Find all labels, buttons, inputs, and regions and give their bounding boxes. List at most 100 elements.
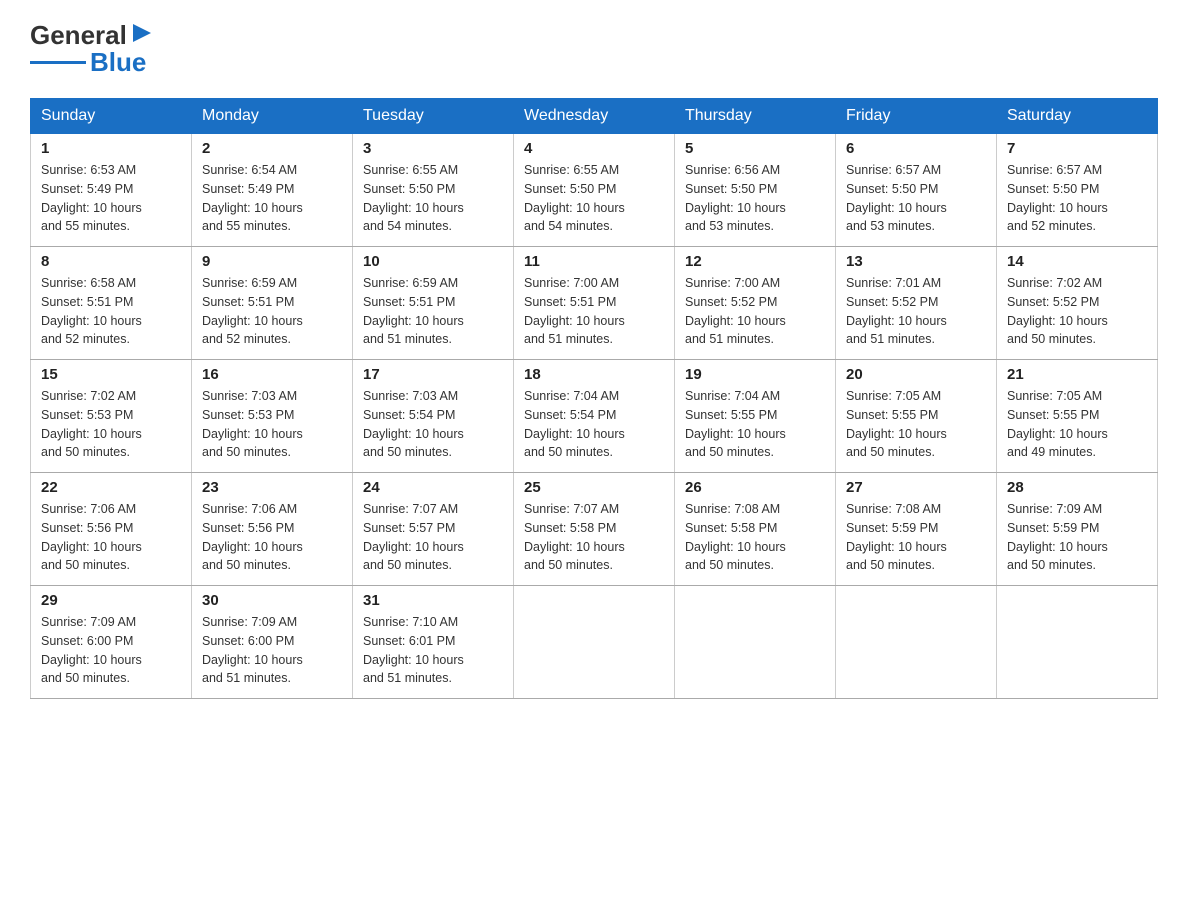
calendar-header-thursday: Thursday [675, 99, 836, 134]
calendar-cell [836, 586, 997, 699]
calendar-cell: 3 Sunrise: 6:55 AMSunset: 5:50 PMDayligh… [353, 134, 514, 247]
calendar-cell: 9 Sunrise: 6:59 AMSunset: 5:51 PMDayligh… [192, 247, 353, 360]
day-info: Sunrise: 7:08 AMSunset: 5:59 PMDaylight:… [846, 500, 986, 575]
day-info: Sunrise: 6:53 AMSunset: 5:49 PMDaylight:… [41, 161, 181, 236]
day-number: 22 [41, 479, 181, 496]
day-info: Sunrise: 7:02 AMSunset: 5:53 PMDaylight:… [41, 387, 181, 462]
day-info: Sunrise: 6:58 AMSunset: 5:51 PMDaylight:… [41, 274, 181, 349]
logo-underline [30, 61, 86, 64]
calendar-cell: 11 Sunrise: 7:00 AMSunset: 5:51 PMDaylig… [514, 247, 675, 360]
calendar-cell: 30 Sunrise: 7:09 AMSunset: 6:00 PMDaylig… [192, 586, 353, 699]
calendar-cell [514, 586, 675, 699]
calendar-cell: 23 Sunrise: 7:06 AMSunset: 5:56 PMDaylig… [192, 473, 353, 586]
calendar-cell: 28 Sunrise: 7:09 AMSunset: 5:59 PMDaylig… [997, 473, 1158, 586]
calendar-cell: 26 Sunrise: 7:08 AMSunset: 5:58 PMDaylig… [675, 473, 836, 586]
day-info: Sunrise: 7:06 AMSunset: 5:56 PMDaylight:… [41, 500, 181, 575]
day-number: 9 [202, 253, 342, 270]
day-number: 28 [1007, 479, 1147, 496]
day-number: 31 [363, 592, 503, 609]
calendar-cell: 6 Sunrise: 6:57 AMSunset: 5:50 PMDayligh… [836, 134, 997, 247]
day-number: 20 [846, 366, 986, 383]
calendar-week-row: 15 Sunrise: 7:02 AMSunset: 5:53 PMDaylig… [31, 360, 1158, 473]
calendar-cell: 24 Sunrise: 7:07 AMSunset: 5:57 PMDaylig… [353, 473, 514, 586]
calendar-cell: 14 Sunrise: 7:02 AMSunset: 5:52 PMDaylig… [997, 247, 1158, 360]
day-number: 4 [524, 140, 664, 157]
day-number: 17 [363, 366, 503, 383]
day-info: Sunrise: 7:09 AMSunset: 6:00 PMDaylight:… [41, 613, 181, 688]
day-info: Sunrise: 7:04 AMSunset: 5:55 PMDaylight:… [685, 387, 825, 462]
day-info: Sunrise: 7:03 AMSunset: 5:54 PMDaylight:… [363, 387, 503, 462]
page-header: General Blue [30, 20, 1158, 78]
calendar-cell: 31 Sunrise: 7:10 AMSunset: 6:01 PMDaylig… [353, 586, 514, 699]
calendar-cell: 19 Sunrise: 7:04 AMSunset: 5:55 PMDaylig… [675, 360, 836, 473]
calendar-cell: 10 Sunrise: 6:59 AMSunset: 5:51 PMDaylig… [353, 247, 514, 360]
calendar-cell: 15 Sunrise: 7:02 AMSunset: 5:53 PMDaylig… [31, 360, 192, 473]
day-info: Sunrise: 7:07 AMSunset: 5:57 PMDaylight:… [363, 500, 503, 575]
calendar-cell: 22 Sunrise: 7:06 AMSunset: 5:56 PMDaylig… [31, 473, 192, 586]
day-number: 29 [41, 592, 181, 609]
calendar-cell: 4 Sunrise: 6:55 AMSunset: 5:50 PMDayligh… [514, 134, 675, 247]
day-info: Sunrise: 7:09 AMSunset: 6:00 PMDaylight:… [202, 613, 342, 688]
day-number: 16 [202, 366, 342, 383]
day-info: Sunrise: 7:04 AMSunset: 5:54 PMDaylight:… [524, 387, 664, 462]
calendar-cell: 12 Sunrise: 7:00 AMSunset: 5:52 PMDaylig… [675, 247, 836, 360]
day-number: 21 [1007, 366, 1147, 383]
logo: General Blue [30, 20, 153, 78]
day-info: Sunrise: 7:00 AMSunset: 5:52 PMDaylight:… [685, 274, 825, 349]
calendar-table: SundayMondayTuesdayWednesdayThursdayFrid… [30, 98, 1158, 699]
calendar-cell: 27 Sunrise: 7:08 AMSunset: 5:59 PMDaylig… [836, 473, 997, 586]
calendar-cell [997, 586, 1158, 699]
day-number: 13 [846, 253, 986, 270]
day-number: 7 [1007, 140, 1147, 157]
day-info: Sunrise: 7:03 AMSunset: 5:53 PMDaylight:… [202, 387, 342, 462]
day-number: 18 [524, 366, 664, 383]
calendar-cell: 1 Sunrise: 6:53 AMSunset: 5:49 PMDayligh… [31, 134, 192, 247]
calendar-cell: 17 Sunrise: 7:03 AMSunset: 5:54 PMDaylig… [353, 360, 514, 473]
day-info: Sunrise: 7:08 AMSunset: 5:58 PMDaylight:… [685, 500, 825, 575]
calendar-week-row: 1 Sunrise: 6:53 AMSunset: 5:49 PMDayligh… [31, 134, 1158, 247]
day-number: 10 [363, 253, 503, 270]
calendar-week-row: 22 Sunrise: 7:06 AMSunset: 5:56 PMDaylig… [31, 473, 1158, 586]
day-info: Sunrise: 6:54 AMSunset: 5:49 PMDaylight:… [202, 161, 342, 236]
day-number: 30 [202, 592, 342, 609]
calendar-header-saturday: Saturday [997, 99, 1158, 134]
calendar-cell: 18 Sunrise: 7:04 AMSunset: 5:54 PMDaylig… [514, 360, 675, 473]
calendar-cell: 7 Sunrise: 6:57 AMSunset: 5:50 PMDayligh… [997, 134, 1158, 247]
calendar-header-tuesday: Tuesday [353, 99, 514, 134]
day-number: 27 [846, 479, 986, 496]
day-info: Sunrise: 7:00 AMSunset: 5:51 PMDaylight:… [524, 274, 664, 349]
day-info: Sunrise: 7:07 AMSunset: 5:58 PMDaylight:… [524, 500, 664, 575]
day-number: 3 [363, 140, 503, 157]
day-info: Sunrise: 7:05 AMSunset: 5:55 PMDaylight:… [846, 387, 986, 462]
calendar-cell: 20 Sunrise: 7:05 AMSunset: 5:55 PMDaylig… [836, 360, 997, 473]
calendar-header-monday: Monday [192, 99, 353, 134]
calendar-cell: 2 Sunrise: 6:54 AMSunset: 5:49 PMDayligh… [192, 134, 353, 247]
day-number: 25 [524, 479, 664, 496]
logo-arrow-icon [131, 22, 153, 44]
day-number: 26 [685, 479, 825, 496]
calendar-header-row: SundayMondayTuesdayWednesdayThursdayFrid… [31, 99, 1158, 134]
calendar-cell [675, 586, 836, 699]
calendar-header-sunday: Sunday [31, 99, 192, 134]
day-number: 15 [41, 366, 181, 383]
day-number: 11 [524, 253, 664, 270]
calendar-cell: 29 Sunrise: 7:09 AMSunset: 6:00 PMDaylig… [31, 586, 192, 699]
day-info: Sunrise: 7:09 AMSunset: 5:59 PMDaylight:… [1007, 500, 1147, 575]
calendar-header-friday: Friday [836, 99, 997, 134]
day-info: Sunrise: 7:05 AMSunset: 5:55 PMDaylight:… [1007, 387, 1147, 462]
day-number: 14 [1007, 253, 1147, 270]
day-number: 1 [41, 140, 181, 157]
calendar-cell: 13 Sunrise: 7:01 AMSunset: 5:52 PMDaylig… [836, 247, 997, 360]
day-info: Sunrise: 6:57 AMSunset: 5:50 PMDaylight:… [1007, 161, 1147, 236]
day-info: Sunrise: 6:59 AMSunset: 5:51 PMDaylight:… [363, 274, 503, 349]
calendar-cell: 5 Sunrise: 6:56 AMSunset: 5:50 PMDayligh… [675, 134, 836, 247]
day-info: Sunrise: 7:06 AMSunset: 5:56 PMDaylight:… [202, 500, 342, 575]
calendar-cell: 21 Sunrise: 7:05 AMSunset: 5:55 PMDaylig… [997, 360, 1158, 473]
day-info: Sunrise: 6:55 AMSunset: 5:50 PMDaylight:… [524, 161, 664, 236]
logo-blue: Blue [90, 47, 146, 78]
calendar-week-row: 8 Sunrise: 6:58 AMSunset: 5:51 PMDayligh… [31, 247, 1158, 360]
day-number: 19 [685, 366, 825, 383]
day-number: 2 [202, 140, 342, 157]
day-info: Sunrise: 6:56 AMSunset: 5:50 PMDaylight:… [685, 161, 825, 236]
calendar-cell: 25 Sunrise: 7:07 AMSunset: 5:58 PMDaylig… [514, 473, 675, 586]
